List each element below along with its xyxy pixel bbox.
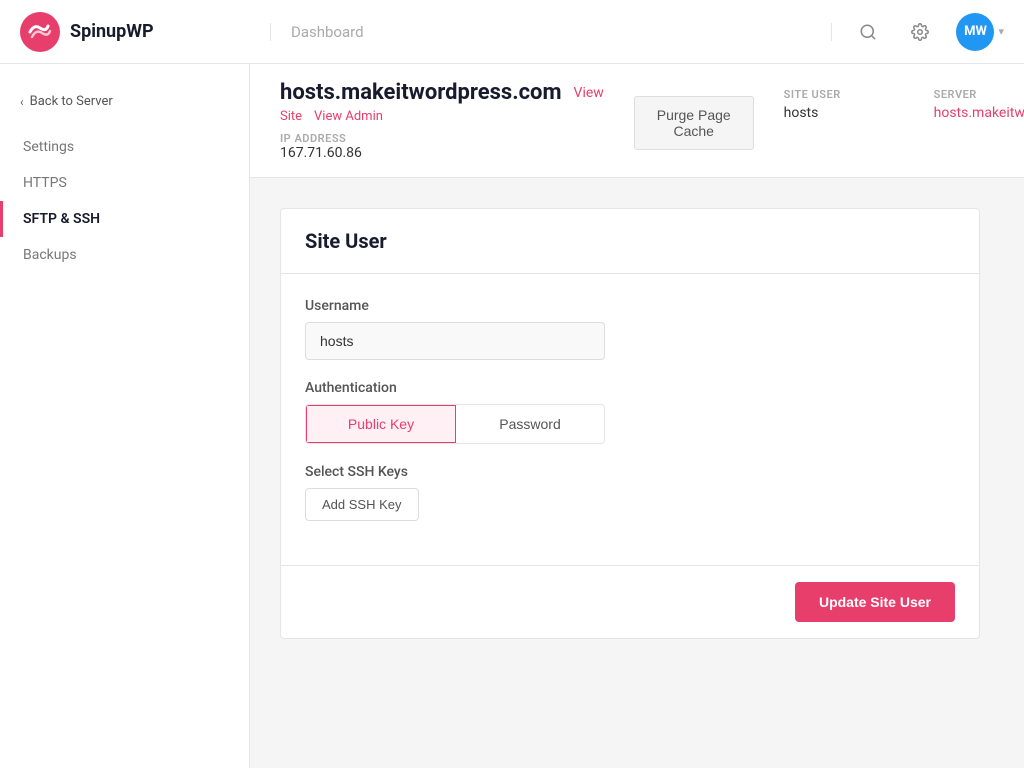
site-title-row: hosts.makeitwordpress.com View — [280, 80, 604, 105]
site-user-value: hosts — [784, 105, 904, 121]
nav-search-area: Dashboard — [270, 23, 832, 41]
server-value[interactable]: hosts.makeitwordpress.com — [934, 105, 1024, 121]
back-arrow-icon: ‹ — [20, 95, 24, 109]
server-label: SERVER — [934, 88, 1024, 101]
update-site-user-button[interactable]: Update Site User — [795, 582, 955, 622]
purge-cache-area: Purge Page Cache — [634, 88, 754, 150]
auth-toggle: Public Key Password — [305, 404, 605, 444]
gear-icon — [911, 23, 929, 41]
search-button[interactable] — [852, 16, 884, 48]
sidebar-item-sftp-ssh[interactable]: SFTP & SSH — [0, 201, 249, 237]
ip-address-value: 167.71.60.86 — [280, 145, 604, 161]
nav-right: MW ▾ — [832, 13, 1004, 51]
server-meta: SERVER hosts.makeitwordpress.com — [934, 88, 1024, 121]
site-sub-links: Site View Admin — [280, 109, 604, 124]
chevron-down-icon: ▾ — [998, 25, 1004, 38]
authentication-label: Authentication — [305, 380, 955, 396]
card-footer: Update Site User — [281, 565, 979, 638]
sidebar: ‹ Back to Server Settings HTTPS SFTP & S… — [0, 64, 250, 768]
avatar: MW — [956, 13, 994, 51]
top-navigation: SpinupWP Dashboard MW ▾ — [0, 0, 1024, 64]
authentication-group: Authentication Public Key Password — [305, 380, 955, 444]
site-user-label: SITE USER — [784, 88, 904, 101]
sidebar-item-backups[interactable]: Backups — [0, 237, 249, 273]
page-body: Site User Username Authentication Public… — [250, 178, 1024, 746]
sidebar-item-settings[interactable]: Settings — [0, 129, 249, 165]
main-content: hosts.makeitwordpress.com View Site View… — [250, 64, 1024, 768]
site-link[interactable]: Site — [280, 109, 302, 124]
site-title-area: hosts.makeitwordpress.com View Site View… — [280, 80, 604, 161]
view-admin-link[interactable]: View Admin — [314, 109, 383, 124]
card-header: Site User — [281, 209, 979, 274]
sidebar-item-https[interactable]: HTTPS — [0, 165, 249, 201]
password-button[interactable]: Password — [456, 405, 604, 443]
username-group: Username — [305, 298, 955, 360]
purge-page-cache-button[interactable]: Purge Page Cache — [634, 96, 754, 150]
site-header: hosts.makeitwordpress.com View Site View… — [250, 64, 1024, 178]
app-name: SpinupWP — [70, 21, 154, 42]
search-icon — [859, 23, 877, 41]
user-menu[interactable]: MW ▾ — [956, 13, 1004, 51]
public-key-button[interactable]: Public Key — [305, 404, 457, 444]
site-user-card: Site User Username Authentication Public… — [280, 208, 980, 639]
select-ssh-label: Select SSH Keys — [305, 464, 955, 480]
view-site-link[interactable]: View — [574, 85, 604, 101]
dashboard-label: Dashboard — [291, 23, 364, 41]
ssh-keys-group: Select SSH Keys Add SSH Key — [305, 464, 955, 521]
card-title: Site User — [305, 229, 955, 253]
card-body: Username Authentication Public Key Passw… — [281, 274, 979, 565]
username-label: Username — [305, 298, 955, 314]
site-user-meta: SITE USER hosts — [784, 88, 904, 121]
username-input[interactable] — [305, 322, 605, 360]
back-to-server-link[interactable]: ‹ Back to Server — [0, 84, 249, 119]
settings-button[interactable] — [904, 16, 936, 48]
spinupwp-logo-icon — [20, 12, 60, 52]
ip-address-area: IP ADDRESS 167.71.60.86 — [280, 132, 604, 161]
logo-area: SpinupWP — [20, 12, 270, 52]
site-hostname: hosts.makeitwordpress.com — [280, 80, 562, 105]
ip-address-label: IP ADDRESS — [280, 132, 604, 145]
add-ssh-key-button[interactable]: Add SSH Key — [305, 488, 419, 521]
main-layout: ‹ Back to Server Settings HTTPS SFTP & S… — [0, 64, 1024, 768]
